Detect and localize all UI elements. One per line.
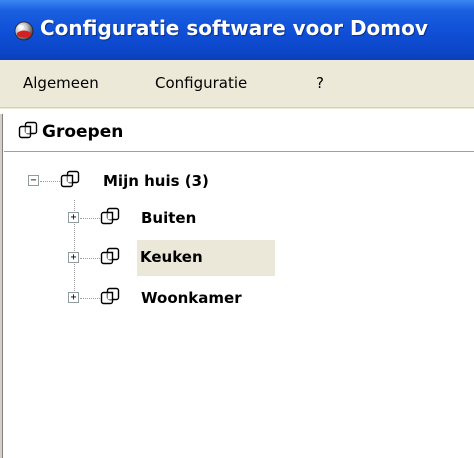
expand-icon[interactable]: + [68,252,79,263]
title-bar[interactable]: Configuratie software voor Domov [0,0,474,60]
menu-help[interactable]: ? [316,74,324,92]
tree-line [80,258,100,259]
menu-algemeen[interactable]: Algemeen [23,74,99,92]
group-folder-icon [100,247,120,265]
group-folder-icon [60,170,80,188]
window-title: Configuratie software voor Domov [40,16,428,40]
tree-line [80,298,100,299]
panel-title: Groepen [42,122,124,142]
panel-top-edge [0,108,474,114]
tree-node-buiten[interactable]: Buiten [138,207,199,229]
tree-node-keuken[interactable]: Keuken [137,240,275,276]
tree-line [40,181,62,182]
tree-node-mijn-huis[interactable]: Mijn huis (3) [100,170,212,192]
app-globe-icon[interactable] [14,21,34,41]
header-divider [4,151,474,152]
menu-bar: Algemeen Configuratie ? [0,60,474,108]
tree-line [80,218,100,219]
group-folder-icon [18,121,38,139]
expand-icon[interactable]: + [68,212,79,223]
collapse-icon[interactable]: − [28,175,39,186]
group-folder-icon [100,287,120,305]
menu-configuratie[interactable]: Configuratie [155,74,247,92]
tree-node-woonkamer[interactable]: Woonkamer [138,287,245,309]
panel-left-edge [0,114,3,458]
group-folder-icon [100,207,120,225]
expand-icon[interactable]: + [68,292,79,303]
